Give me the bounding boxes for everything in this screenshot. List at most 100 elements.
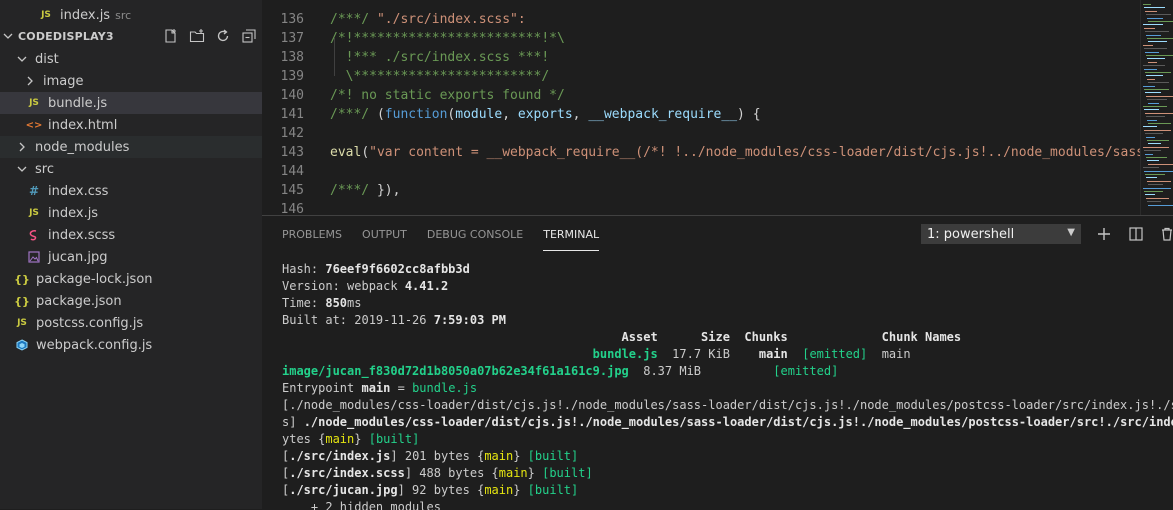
terminal-text: [built] xyxy=(527,483,579,497)
line-number: 146 xyxy=(280,202,304,215)
tree-label: src xyxy=(35,161,54,177)
code-token: "./src/index.scss": xyxy=(376,12,526,27)
tree-file-package-lock-json[interactable]: {} package-lock.json xyxy=(0,268,262,290)
terminal-line: Built at: 2019-11-26 7:59:03 PM xyxy=(282,312,1173,329)
code-line[interactable]: 144 xyxy=(262,162,1142,181)
tree-folder-image[interactable]: image xyxy=(0,70,262,92)
tree-folder-src[interactable]: src xyxy=(0,158,262,180)
tree-file-jucan-jpg[interactable]: jucan.jpg xyxy=(0,246,262,268)
js-file-icon: JS xyxy=(41,10,51,20)
minimap-line xyxy=(1148,61,1157,63)
tree-file-bundle-js[interactable]: JS bundle.js xyxy=(0,92,262,114)
minimap-line xyxy=(1148,21,1173,22)
code-line[interactable]: 140 /*! no static exports found */ xyxy=(262,86,1142,105)
line-number: 145 xyxy=(280,183,304,198)
tree-file-webpack-config-js[interactable]: webpack.config.js xyxy=(0,334,262,356)
indent-guide xyxy=(334,38,335,76)
terminal-selector[interactable]: 1: powershell ▼ xyxy=(921,224,1081,244)
minimap[interactable] xyxy=(1140,0,1173,215)
terminal-line: [./node_modules/css-loader/dist/cjs.js!.… xyxy=(282,397,1173,414)
code-line[interactable]: 136 /***/ "./src/index.scss": xyxy=(262,10,1142,29)
tree-folder-node-modules[interactable]: node_modules xyxy=(0,136,262,158)
terminal-output[interactable]: Hash: 76eef9f6602cc8afbb3d Version: webpa… xyxy=(282,261,1173,510)
terminal-line: + 2 hidden modules xyxy=(282,499,1173,510)
split-terminal-icon[interactable] xyxy=(1126,224,1146,244)
minimap-line xyxy=(1143,167,1159,169)
code-line[interactable]: 137 /*!************************!*\ xyxy=(262,29,1142,48)
chevron-down-icon xyxy=(0,31,16,41)
open-editor-item[interactable]: JS index.js src xyxy=(0,4,262,26)
minimap-line xyxy=(1148,102,1159,104)
minimap-line xyxy=(1144,68,1157,70)
code-editor[interactable]: 136 /***/ "./src/index.scss": 137 /*!******… xyxy=(262,0,1173,215)
code-line[interactable]: 139 \************************/ xyxy=(262,67,1142,86)
minimap-line xyxy=(1148,82,1169,84)
trash-icon[interactable] xyxy=(1157,224,1173,244)
tree-folder-dist[interactable]: dist xyxy=(0,48,262,70)
terminal-line: s] ./node_modules/css-loader/dist/cjs.js… xyxy=(282,414,1173,431)
tree-file-postcss-config-js[interactable]: JS postcss.config.js xyxy=(0,312,262,334)
minimap-line xyxy=(1143,24,1163,26)
terminal-text: main xyxy=(867,347,911,361)
tree-file-index-scss[interactable]: index.scss xyxy=(0,224,262,246)
code-token: }), xyxy=(376,183,401,198)
code-line[interactable]: 146 xyxy=(262,200,1142,215)
minimap-line xyxy=(1144,150,1161,152)
code-line[interactable]: 142 xyxy=(262,124,1142,143)
tab-debug-console[interactable]: DEBUG CONSOLE xyxy=(427,228,523,250)
minimap-line xyxy=(1148,143,1161,145)
minimap-line xyxy=(1145,133,1163,135)
tree-label: jucan.jpg xyxy=(48,249,108,265)
tree-file-index-css[interactable]: # index.css xyxy=(0,180,262,202)
line-number: 138 xyxy=(280,50,304,65)
dropdown-arrow-icon: ▼ xyxy=(1067,227,1075,238)
tree-file-package-json[interactable]: {} package.json xyxy=(0,290,262,312)
line-number: 142 xyxy=(280,126,304,141)
line-number: 140 xyxy=(280,88,304,103)
code-text: \************************/ xyxy=(330,69,550,84)
bottom-panel: PROBLEMS OUTPUT DEBUG CONSOLE TERMINAL 1… xyxy=(262,215,1173,510)
minimap-line xyxy=(1145,10,1157,12)
code-line[interactable]: 138 !*** ./src/index.scss ***! xyxy=(262,48,1142,67)
collapse-all-icon[interactable] xyxy=(240,27,258,45)
code-text: /***/ }), xyxy=(330,183,400,198)
terminal-text: ./src/index.scss xyxy=(289,466,405,480)
minimap-line xyxy=(1144,27,1155,29)
terminal-text: main xyxy=(484,483,514,497)
minimap-line xyxy=(1147,140,1169,141)
code-text: /***/ "./src/index.scss": xyxy=(330,12,526,27)
terminal-line: Version: webpack 4.41.2 xyxy=(282,278,1173,295)
panel-tabs: PROBLEMS OUTPUT DEBUG CONSOLE TERMINAL xyxy=(282,228,619,251)
new-file-icon[interactable] xyxy=(162,27,180,45)
line-number: 143 xyxy=(280,145,304,160)
tree-file-index-html[interactable]: <> index.html xyxy=(0,114,262,136)
tree-file-index-js[interactable]: JS index.js xyxy=(0,202,262,224)
tab-problems[interactable]: PROBLEMS xyxy=(282,228,342,250)
minimap-line xyxy=(1143,106,1167,107)
terminal-line: [./src/index.scss] 488 bytes {main} [bui… xyxy=(282,465,1173,482)
code-text: /*!************************!*\ xyxy=(330,31,565,46)
terminal-text: bundle.js xyxy=(412,381,478,395)
code-line[interactable]: 145 /***/ }), xyxy=(262,181,1142,200)
minimap-line xyxy=(1144,48,1167,50)
terminal-text: ./src/index.js xyxy=(289,449,391,463)
minimap-line xyxy=(1147,99,1167,101)
tree-label: package.json xyxy=(36,293,122,309)
minimap-line xyxy=(1146,14,1171,16)
terminal-line: [./src/jucan.jpg] 92 bytes {main} [built… xyxy=(282,482,1173,499)
minimap-line xyxy=(1146,116,1165,118)
terminal-text: ] 92 bytes { xyxy=(397,483,485,497)
explorer-section-header[interactable]: CODEDISPLAY3 xyxy=(0,25,262,47)
minimap-line xyxy=(1144,109,1159,111)
tab-output[interactable]: OUTPUT xyxy=(362,228,407,250)
line-number: 141 xyxy=(280,107,304,122)
tab-terminal[interactable]: TERMINAL xyxy=(543,228,600,251)
new-folder-icon[interactable] xyxy=(188,27,206,45)
minimap-line xyxy=(1145,31,1169,33)
code-line[interactable]: 141/***/ (function(module, exports, __we… xyxy=(262,105,1142,124)
code-line[interactable]: 143 eval("var content = __webpack_require… xyxy=(262,143,1152,162)
add-terminal-icon[interactable] xyxy=(1094,224,1114,244)
tree-label: webpack.config.js xyxy=(36,337,153,353)
terminal-text: 850 xyxy=(325,296,348,310)
refresh-icon[interactable] xyxy=(214,27,232,45)
